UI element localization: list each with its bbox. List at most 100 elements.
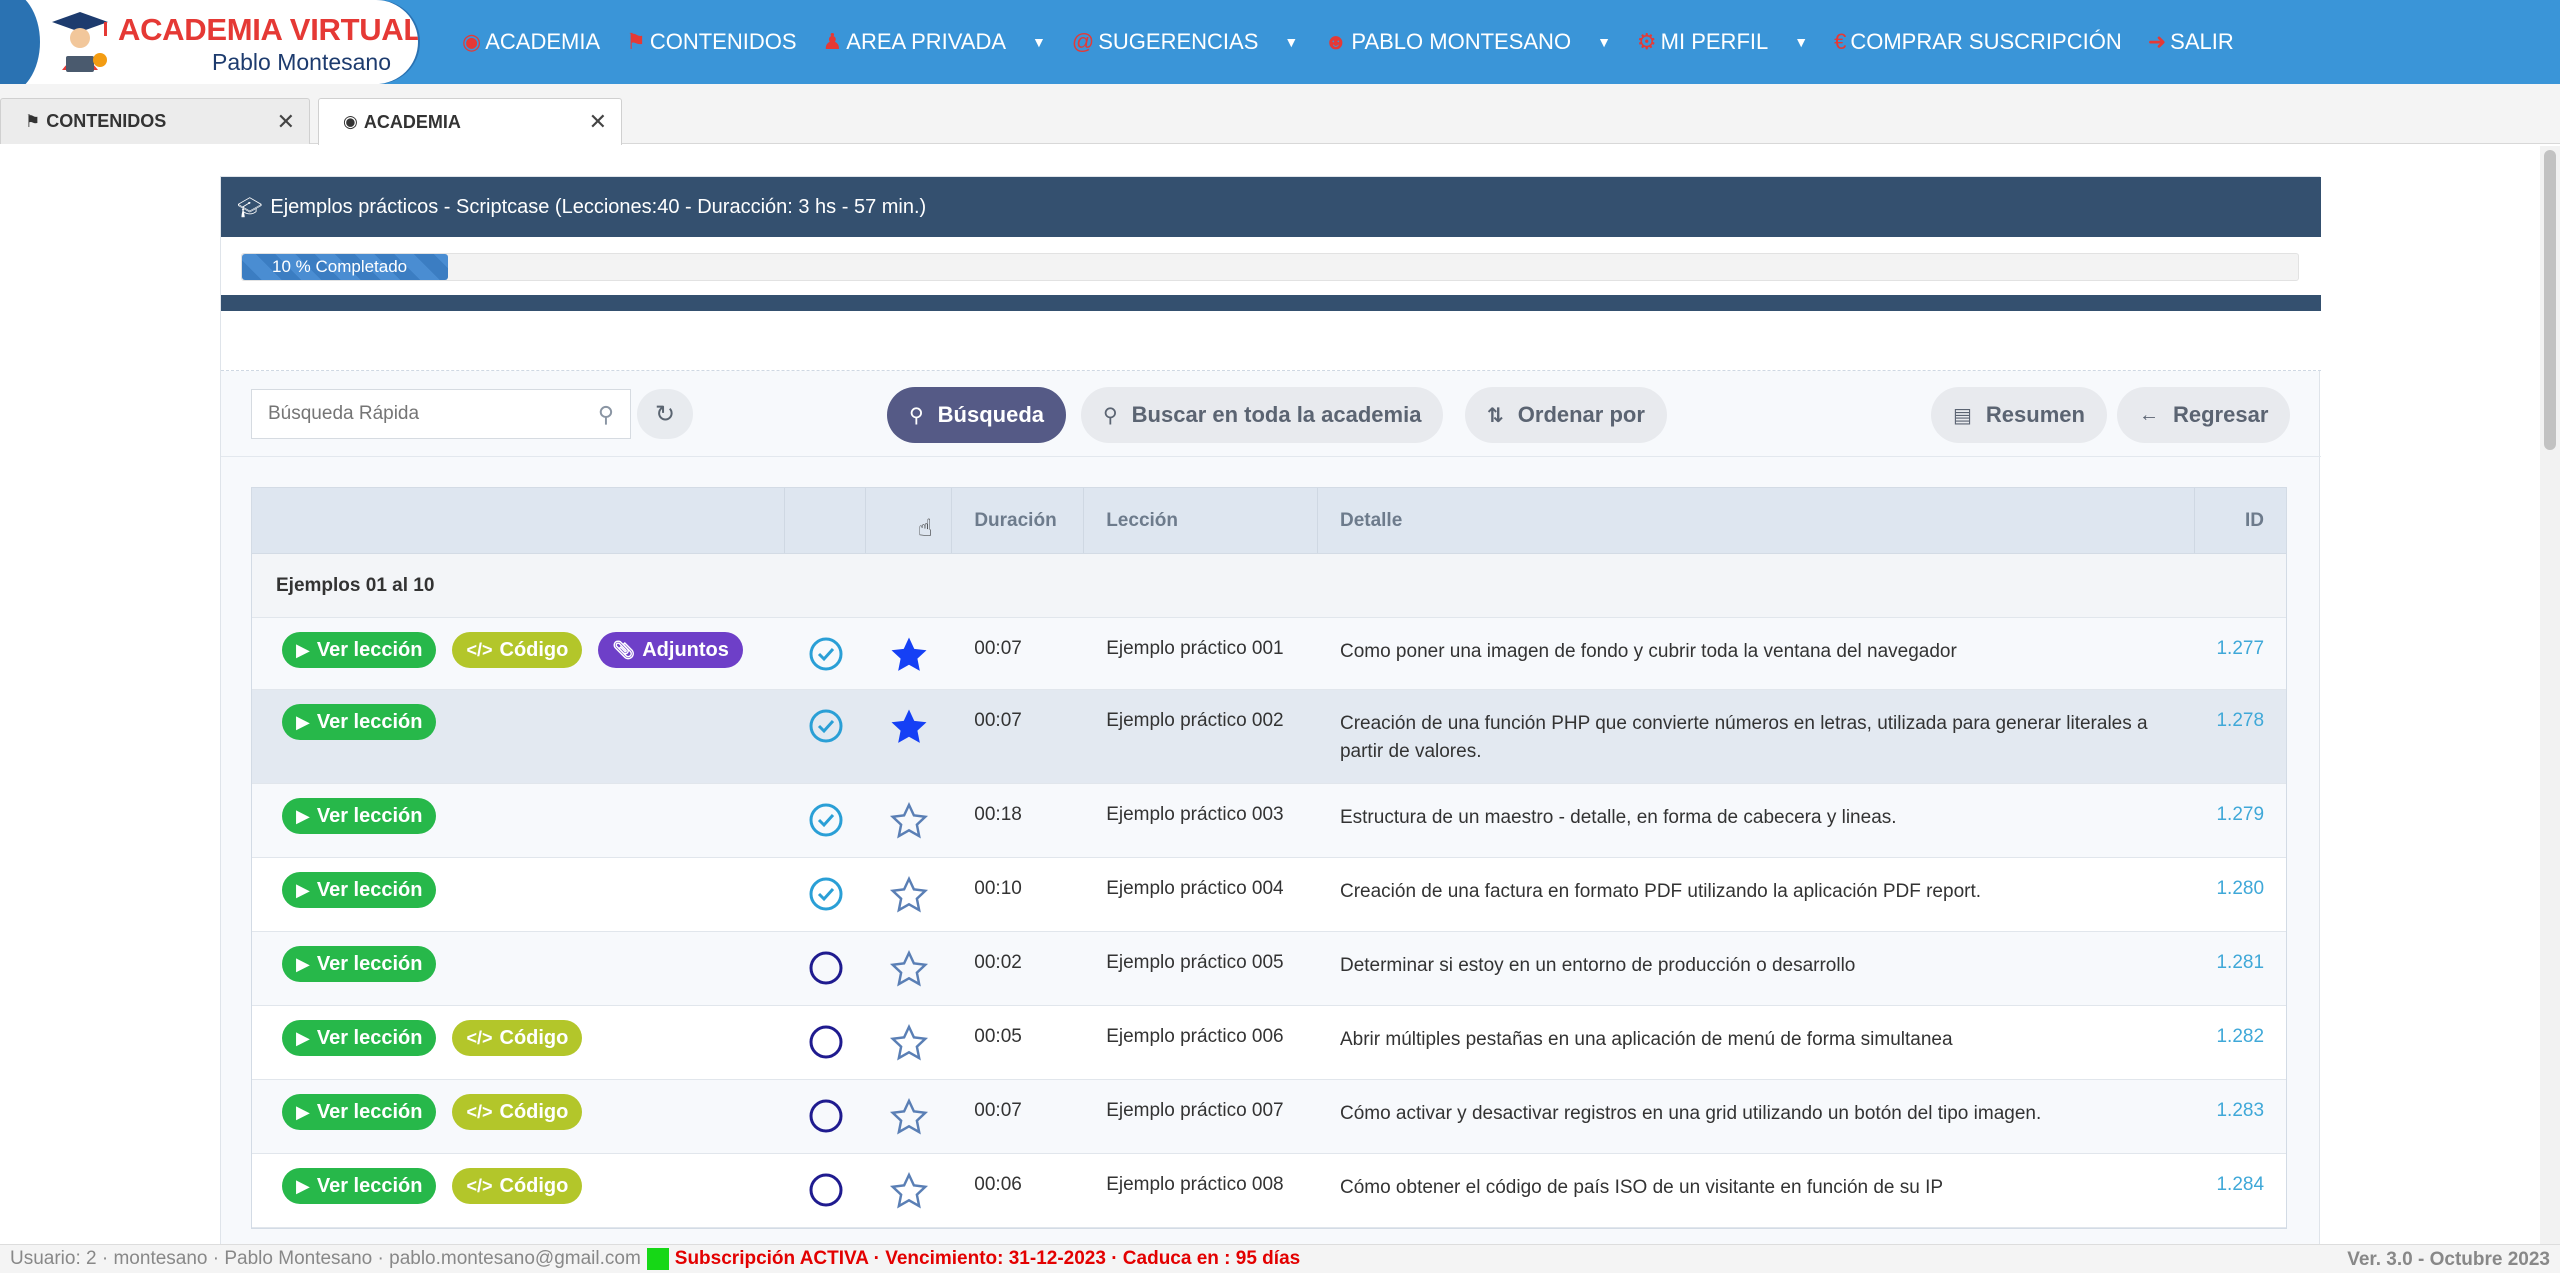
star-filled-icon[interactable] <box>888 634 930 676</box>
nav-contenidos[interactable]: ⚑ CONTENIDOS <box>626 29 796 55</box>
row-id[interactable]: 1.278 <box>2195 690 2286 783</box>
row-actions: ▶ Ver lección </> Código <box>252 1006 785 1079</box>
row-detail: Creación de una factura en formato PDF u… <box>1339 881 1982 902</box>
code-button[interactable]: </> Código <box>452 1168 583 1204</box>
chevron-down-icon: ▼ <box>1032 34 1046 50</box>
check-circle-icon[interactable] <box>808 876 844 912</box>
main-menu: ◉ ACADEMIA ⚑ CONTENIDOS ♟ AREA PRIVADA ▼ @ SU… <box>462 0 2260 84</box>
nav-sugerencias[interactable]: @ SUGERENCIAS ▼ <box>1072 29 1298 55</box>
star-outline-icon[interactable] <box>888 800 930 842</box>
nav-area-privada[interactable]: ♟ AREA PRIVADA ▼ <box>823 29 1046 55</box>
view-lesson-button[interactable]: ▶ Ver lección <box>282 704 437 740</box>
search-input[interactable] <box>268 403 568 425</box>
summary-button[interactable]: ▤ Resumen <box>1931 387 2107 443</box>
code-button[interactable]: </> Código <box>452 1020 583 1056</box>
row-id[interactable]: 1.277 <box>2195 618 2286 689</box>
code-button[interactable]: </> Código <box>452 1094 583 1130</box>
code-button[interactable]: </> Código <box>452 632 583 668</box>
close-icon[interactable]: ✕ <box>277 109 295 135</box>
row-detail: Como poner una imagen de fondo y cubrir … <box>1339 641 1957 662</box>
view-lesson-button[interactable]: ▶ Ver lección <box>282 632 437 668</box>
status-footer: Usuario: 2 · montesano · Pablo Montesano… <box>0 1244 2560 1273</box>
star-outline-icon[interactable] <box>888 1170 930 1212</box>
row-lesson: Ejemplo práctico 006 <box>1106 1026 1284 1047</box>
row-lesson: Ejemplo práctico 004 <box>1106 878 1284 899</box>
quick-search[interactable]: ⚲ <box>251 389 631 439</box>
search-button[interactable]: ⚲ Búsqueda <box>887 387 1067 443</box>
globe-icon: ◉ <box>343 112 358 131</box>
row-favorite <box>866 858 952 931</box>
refresh-button[interactable]: ↻ <box>637 389 693 439</box>
row-id[interactable]: 1.280 <box>2195 858 2286 931</box>
empty-circle-icon[interactable] <box>808 1098 844 1134</box>
chevron-down-icon: ▼ <box>1794 34 1809 50</box>
star-outline-icon[interactable] <box>888 1096 930 1138</box>
row-status <box>785 1006 866 1079</box>
row-detail: Estructura de un maestro - detalle, en f… <box>1339 807 1897 828</box>
tab-contenidos[interactable]: ⚑ CONTENIDOS ✕ <box>0 98 310 144</box>
check-circle-icon[interactable] <box>808 802 844 838</box>
view-lesson-button[interactable]: ▶ Ver lección <box>282 872 437 908</box>
sign-out-icon: ➜ <box>2147 29 2167 54</box>
row-duration: 00:10 <box>974 878 1022 899</box>
view-lesson-button[interactable]: ▶ Ver lección <box>282 798 437 834</box>
scrollbar-thumb[interactable] <box>2544 150 2556 450</box>
version-label: Ver. 3.0 - Octubre 2023 <box>2347 1249 2550 1270</box>
logo[interactable]: ACADEMIA VIRTUAL Pablo Montesano <box>0 0 418 84</box>
star-outline-icon[interactable] <box>888 948 930 990</box>
play-icon: ▶ <box>296 1101 310 1122</box>
row-favorite <box>866 1080 952 1153</box>
close-icon[interactable]: ✕ <box>589 109 607 135</box>
row-id[interactable]: 1.283 <box>2195 1080 2286 1153</box>
row-status <box>785 690 866 783</box>
row-id[interactable]: 1.281 <box>2195 932 2286 1005</box>
row-actions: ▶ Ver lección </> Código <box>252 1080 785 1153</box>
sort-button[interactable]: ⇅ Ordenar por <box>1465 387 1667 443</box>
row-detail: Cómo activar y desactivar registros en u… <box>1339 1103 2042 1124</box>
nav-academia[interactable]: ◉ ACADEMIA <box>462 29 600 55</box>
row-id[interactable]: 1.279 <box>2195 784 2286 857</box>
nav-mi-perfil[interactable]: ⚙ MI PERFIL ▼ <box>1637 29 1808 55</box>
top-navbar: ACADEMIA VIRTUAL Pablo Montesano ◉ ACADEM… <box>0 0 2560 84</box>
empty-circle-icon[interactable] <box>808 1024 844 1060</box>
empty-circle-icon[interactable] <box>808 950 844 986</box>
attachments-button[interactable]: 📎︎ Adjuntos <box>598 632 743 668</box>
table-row: ▶ Ver lección </> Código 00:06 Ejemplo prácti… <box>252 1154 2286 1228</box>
star-filled-icon[interactable] <box>888 706 930 748</box>
search-icon: ⚲ <box>597 402 614 427</box>
row-status <box>785 858 866 931</box>
table-row: ▶ Ver lección </> Código 00:05 Ejemplo prácti… <box>252 1006 2286 1080</box>
header-detail[interactable]: Detalle <box>1318 488 2196 553</box>
check-circle-icon[interactable] <box>808 636 844 672</box>
search-all-button[interactable]: ⚲ Buscar en toda la academia <box>1081 387 1444 443</box>
play-icon: ▶ <box>296 953 310 974</box>
table-body: ▶ Ver lección </> Código 📎︎ Adjuntos 00:07 Ejem… <box>252 515 2286 1228</box>
tab-academia[interactable]: ◉ ACADEMIA ✕ <box>318 98 622 145</box>
at-icon: @ <box>1071 29 1095 54</box>
row-id[interactable]: 1.282 <box>2195 1006 2286 1079</box>
nav-pablo-montesano[interactable]: ☻ PABLO MONTESANO ▼ <box>1324 29 1611 55</box>
header-lesson[interactable]: Lección <box>1084 488 1318 553</box>
header-id[interactable]: ID <box>2195 488 2286 553</box>
star-outline-icon[interactable] <box>888 874 930 916</box>
row-detail: Abrir múltiples pestañas en una aplicaci… <box>1339 1029 1953 1050</box>
nav-comprar-suscripcion[interactable]: € COMPRAR SUSCRIPCIÓN <box>1834 29 2122 55</box>
vertical-scrollbar[interactable] <box>2540 146 2560 1246</box>
check-circle-icon[interactable] <box>808 708 844 744</box>
view-lesson-button[interactable]: ▶ Ver lección <box>282 1168 437 1204</box>
row-id[interactable]: 1.284 <box>2195 1154 2286 1227</box>
empty-circle-icon[interactable] <box>808 1172 844 1208</box>
code-icon: </> <box>466 1175 493 1196</box>
row-lesson: Ejemplo práctico 001 <box>1106 638 1284 659</box>
view-lesson-button[interactable]: ▶ Ver lección <box>282 946 437 982</box>
nav-salir[interactable]: ➜ SALIR <box>2148 29 2234 55</box>
view-lesson-button[interactable]: ▶ Ver lección <box>282 1094 437 1130</box>
user-icon: ☻ <box>1324 29 1348 54</box>
sort-icon: ⇅ <box>1487 404 1504 427</box>
back-button[interactable]: ← Regresar <box>2117 387 2291 443</box>
row-actions: ▶ Ver lección <box>252 932 785 1005</box>
view-lesson-button[interactable]: ▶ Ver lección <box>282 1020 437 1056</box>
star-outline-icon[interactable] <box>888 1022 930 1064</box>
row-status <box>785 1154 866 1227</box>
header-duration[interactable]: Duración <box>952 488 1085 553</box>
